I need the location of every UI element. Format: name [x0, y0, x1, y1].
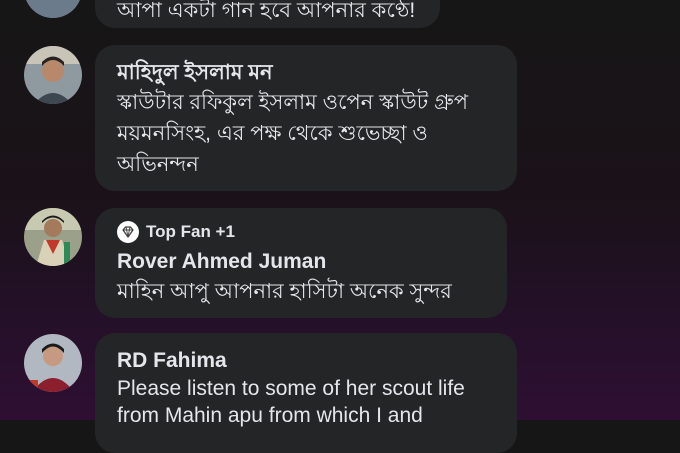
comment-bubble: Top Fan +1 Rover Ahmed Juman মাহিন আপু আ…	[95, 208, 507, 318]
avatar[interactable]	[24, 334, 82, 392]
comment-text: স্কাউটার রফিকুল ইসলাম ওপেন স্কাউট গ্রুপ …	[117, 91, 469, 176]
commenter-name[interactable]: Rover Ahmed Juman	[117, 248, 485, 276]
commenter-name[interactable]: RD Fahima	[117, 347, 495, 375]
avatar[interactable]	[24, 0, 82, 18]
commenter-name[interactable]: মাহিদুল ইসলাম মন	[117, 59, 495, 87]
comment-bubble: আপা একটা গান হবে আপনার কণ্ঠে!	[95, 0, 440, 28]
diamond-icon	[117, 221, 139, 243]
top-fan-badge[interactable]: Top Fan +1	[117, 220, 485, 244]
comment-bubble: RD Fahima Please listen to some of her s…	[95, 333, 517, 453]
comment-text: মাহিন আপু আপনার হাসিটা অনেক সুন্দর	[117, 280, 452, 303]
comment-text: Please listen to some of her scout life …	[117, 377, 465, 427]
avatar[interactable]	[24, 46, 82, 104]
badge-label: Top Fan +1	[146, 222, 235, 241]
comment-bubble: মাহিদুল ইসলাম মন স্কাউটার রফিকুল ইসলাম ও…	[95, 45, 517, 191]
comment-text: আপা একটা গান হবে আপনার কণ্ঠে!	[117, 0, 416, 22]
avatar[interactable]	[24, 208, 82, 266]
